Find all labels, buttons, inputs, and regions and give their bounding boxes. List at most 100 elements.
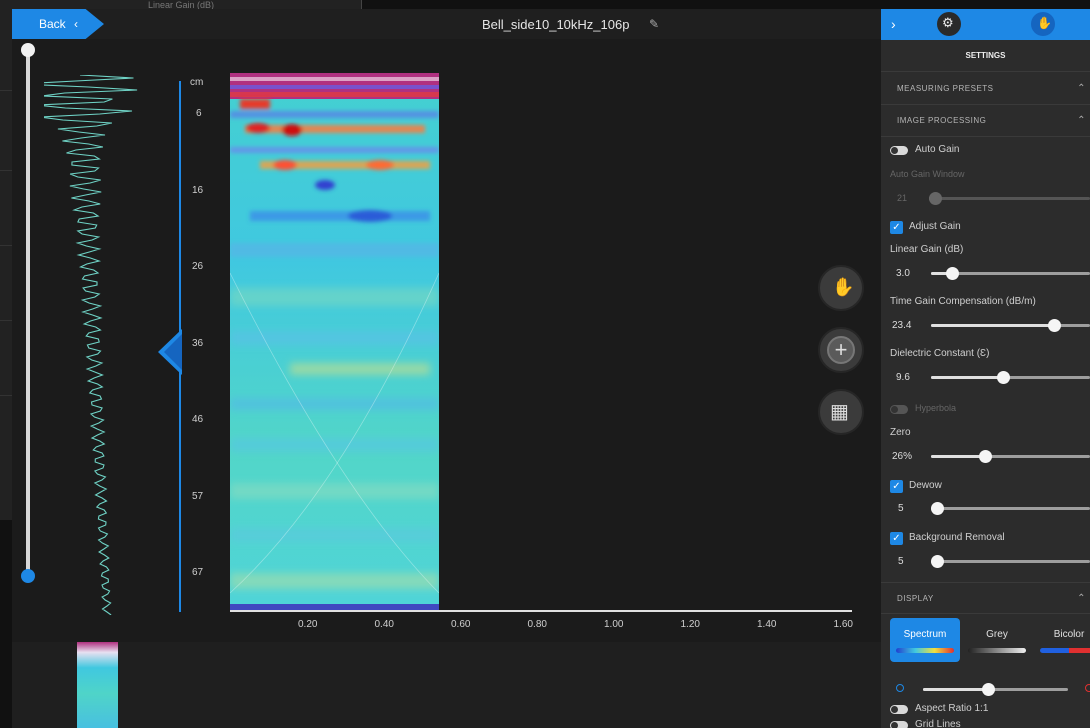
- top-bar: Back ‹ Bell_side10_10kHz_106p ✎: [12, 9, 882, 39]
- section-label: DISPLAY: [897, 594, 934, 603]
- display-section[interactable]: DISPLAY ⌃: [881, 582, 1090, 614]
- color-mode-bicolor[interactable]: Bicolor: [1034, 618, 1090, 662]
- zero-label: Zero: [890, 427, 911, 438]
- zero-slider[interactable]: [931, 450, 1090, 463]
- distance-tick-label: 1.20: [680, 619, 700, 630]
- grid-lines-toggle[interactable]: [890, 721, 908, 728]
- hand-pointer-icon: ✋: [1037, 16, 1052, 30]
- measuring-presets-section[interactable]: MEASURING PRESETS ⌃: [881, 73, 1090, 105]
- auto-gain-toggle[interactable]: [890, 146, 908, 155]
- dewow-checkbox[interactable]: ✓: [890, 480, 903, 493]
- distance-tick-label: 1.40: [757, 619, 777, 630]
- dielectric-value: 9.6: [896, 372, 910, 383]
- back-button[interactable]: Back ‹: [12, 9, 104, 39]
- contrast-min-icon: [896, 684, 904, 692]
- aspect-ratio-label: Aspect Ratio 1:1: [915, 703, 989, 714]
- settings-topbar: › ⚙ ✋: [881, 9, 1090, 40]
- depth-range-slider[interactable]: [21, 43, 35, 583]
- dielectric-label: Dielectric Constant (Ɛ): [890, 348, 990, 359]
- settings-tab-button[interactable]: ⚙: [937, 12, 961, 36]
- chevron-right-icon[interactable]: ›: [891, 16, 896, 32]
- color-mode-label: Bicolor: [1053, 629, 1085, 640]
- aspect-ratio-toggle[interactable]: [890, 705, 908, 714]
- depth-marker-handle[interactable]: [158, 329, 182, 375]
- grid-lines-label: Grid Lines: [915, 719, 961, 728]
- depth-tick-label: 6: [196, 108, 202, 119]
- color-mode-selector: Spectrum Grey Bicolor: [890, 618, 1090, 662]
- back-label: Back: [39, 17, 66, 31]
- file-title[interactable]: Bell_side10_10kHz_106p: [482, 17, 629, 32]
- color-mode-label: Spectrum: [903, 629, 947, 640]
- dewow-value: 5: [898, 503, 904, 514]
- overview-strip: [12, 642, 882, 728]
- adjust-gain-checkbox[interactable]: ✓: [890, 221, 903, 234]
- grey-swatch: [968, 648, 1026, 653]
- grid-icon: ▦: [830, 401, 849, 423]
- chevron-up-icon: ⌃: [1077, 593, 1086, 604]
- range-top-handle[interactable]: [21, 43, 35, 57]
- color-mode-grey[interactable]: Grey: [962, 618, 1032, 662]
- dielectric-slider[interactable]: [931, 371, 1090, 384]
- image-processing-section[interactable]: IMAGE PROCESSING ⌃: [881, 105, 1090, 137]
- color-mode-label: Grey: [986, 629, 1008, 640]
- depth-tick-label: 36: [192, 337, 204, 349]
- section-label: IMAGE PROCESSING: [897, 116, 987, 125]
- range-bottom-handle[interactable]: [21, 569, 35, 583]
- trace-waveform: [44, 75, 138, 615]
- scan-view: cm 6 16 26 36 46 57 67 0.20 0.40 0.60 0.…: [12, 39, 882, 642]
- background-removal-label: Background Removal: [909, 532, 1005, 543]
- x-axis-line: [230, 610, 852, 612]
- distance-tick-label: 0.40: [374, 619, 394, 630]
- tgc-slider[interactable]: [931, 319, 1090, 332]
- overview-thumbnail[interactable]: [77, 642, 118, 728]
- contrast-max-icon: [1085, 684, 1090, 692]
- pencil-icon[interactable]: ✎: [649, 17, 659, 31]
- radargram-image[interactable]: [230, 73, 439, 610]
- chevron-up-icon: ⌃: [1077, 115, 1086, 126]
- hand-pointer-icon: ✋: [832, 277, 855, 297]
- touch-tab-button[interactable]: ✋: [1031, 12, 1055, 36]
- auto-gain-window-slider[interactable]: [929, 192, 1090, 205]
- depth-tick-label: 67: [192, 567, 204, 578]
- hyperbola-toggle[interactable]: [890, 405, 908, 414]
- depth-unit-label: cm: [190, 77, 204, 88]
- depth-tick-label: 16: [192, 184, 204, 196]
- chevron-up-icon: ⌃: [1077, 83, 1086, 94]
- gear-icon: ⚙: [942, 15, 954, 30]
- auto-gain-window-label: Auto Gain Window: [890, 169, 965, 179]
- depth-tick-label: 46: [192, 414, 204, 425]
- grid-button[interactable]: ▦: [818, 389, 864, 435]
- dewow-slider[interactable]: [931, 502, 1090, 515]
- contrast-slider[interactable]: [923, 683, 1068, 696]
- pan-mode-button[interactable]: ✋: [818, 265, 864, 311]
- linear-gain-slider[interactable]: [931, 267, 1090, 280]
- background-removal-checkbox[interactable]: ✓: [890, 532, 903, 545]
- section-label: MEASURING PRESETS: [897, 84, 994, 93]
- add-marker-button[interactable]: +: [818, 327, 864, 373]
- gpr-app-window: Back ‹ Bell_side10_10kHz_106p ✎ cm 6 16 26…: [12, 9, 1090, 728]
- distance-tick-label: 1.60: [833, 619, 853, 630]
- depth-tick-label: 26: [192, 261, 204, 272]
- distance-tick-label: 0.20: [298, 619, 318, 630]
- auto-gain-window-value: 21: [897, 193, 908, 203]
- spectrum-swatch: [896, 648, 954, 653]
- zero-value: 26%: [892, 451, 913, 462]
- dewow-label: Dewow: [909, 480, 942, 491]
- background-removal-value: 5: [898, 556, 904, 567]
- background-removal-slider[interactable]: [931, 555, 1090, 568]
- distance-tick-label: 0.80: [527, 619, 547, 630]
- auto-gain-label: Auto Gain: [915, 144, 960, 155]
- linear-gain-value: 3.0: [896, 268, 910, 279]
- bicolor-swatch: [1040, 648, 1090, 653]
- color-mode-spectrum[interactable]: Spectrum: [890, 618, 960, 662]
- chevron-left-icon: ‹: [74, 17, 79, 31]
- depth-tick-label: 57: [192, 490, 204, 502]
- distance-tick-label: 0.60: [451, 619, 471, 630]
- plus-circle-icon: +: [827, 336, 855, 364]
- tgc-label: Time Gain Compensation (dB/m): [890, 296, 1036, 307]
- hyperbola-label: Hyperbola: [915, 403, 957, 413]
- settings-panel: › ⚙ ✋ SETTINGS MEASURING PRESETS ⌃ IMAGE …: [881, 9, 1090, 728]
- settings-title: SETTINGS: [881, 40, 1090, 72]
- linear-gain-label: Linear Gain (dB): [890, 244, 964, 255]
- adjust-gain-label: Adjust Gain: [909, 221, 961, 232]
